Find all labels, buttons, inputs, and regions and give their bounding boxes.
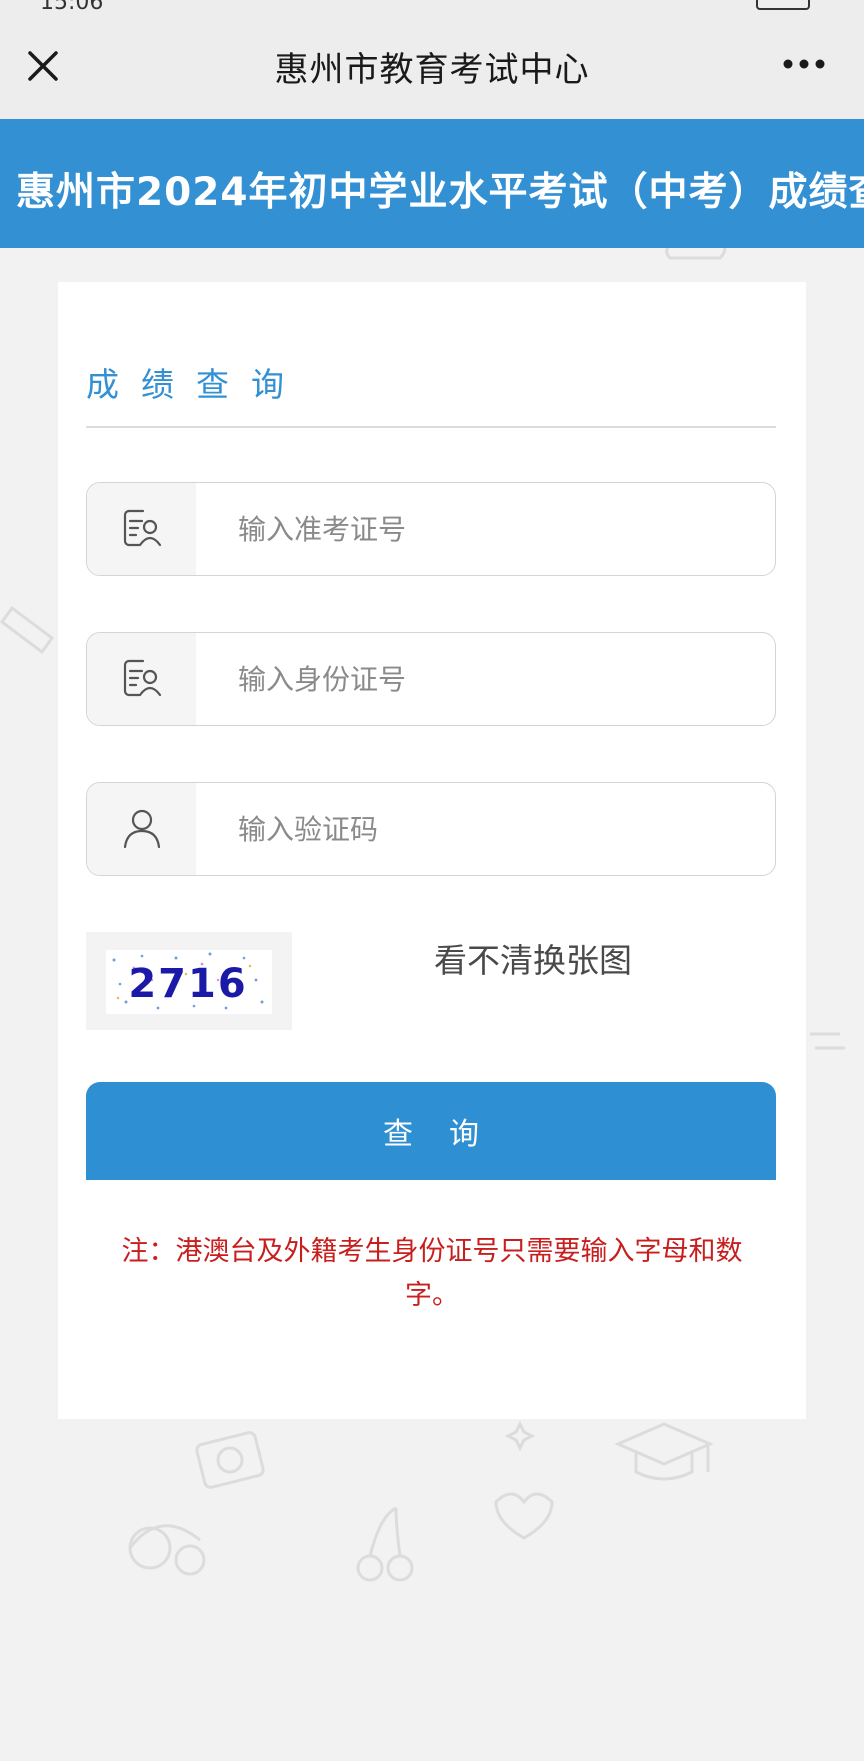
status-time: 15:06	[40, 0, 103, 12]
captcha-code: 2716	[128, 961, 247, 1007]
captcha-input[interactable]	[196, 783, 756, 875]
id-number-note: 注：港澳台及外籍考生身份证号只需要输入字母和数字。	[121, 1236, 743, 1311]
heading-divider	[86, 426, 776, 428]
banner-title: 惠州市2024年初中学业水平考试（中考）成绩查	[16, 170, 864, 215]
id-card-icon	[87, 483, 196, 575]
query-card: 成绩查询 输入准考证号 输入身份证号 输入验证码 2716 看不清换张图 查询 …	[58, 282, 806, 1419]
captcha-canvas: 2716	[106, 950, 272, 1014]
id-number-input[interactable]	[196, 633, 756, 725]
captcha-image[interactable]: 2716	[86, 932, 292, 1030]
admission-number-field	[86, 482, 776, 576]
page-banner: 惠州市2024年初中学业水平考试（中考）成绩查	[0, 119, 864, 248]
captcha-field	[86, 782, 776, 876]
nav-bar: 惠州市教育考试中心	[0, 12, 864, 119]
id-card-icon	[87, 633, 196, 725]
id-number-field	[86, 632, 776, 726]
card-heading: 成绩查询	[86, 365, 306, 404]
user-icon	[87, 783, 196, 875]
battery-icon	[756, 0, 810, 10]
admission-number-input[interactable]	[196, 483, 756, 575]
query-button[interactable]: 查询	[86, 1082, 776, 1180]
status-bar: 15:06	[0, 0, 864, 12]
more-icon[interactable]	[780, 54, 828, 74]
nav-title: 惠州市教育考试中心	[274, 50, 590, 90]
refresh-captcha-link[interactable]: 看不清换张图	[434, 934, 632, 982]
